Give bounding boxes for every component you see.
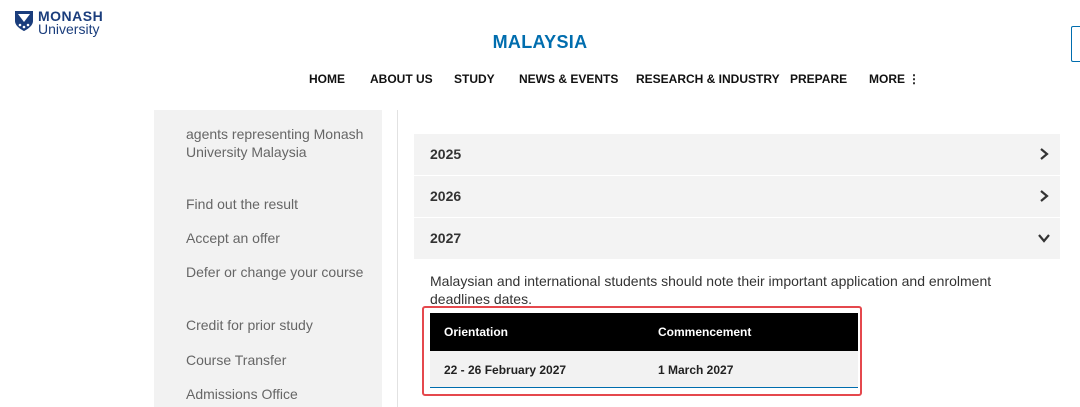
nav-prepare[interactable]: PREPARE bbox=[790, 72, 847, 86]
site-title[interactable]: MALAYSIA bbox=[0, 32, 1080, 53]
table-row: 22 - 26 February 2027 1 March 2027 bbox=[430, 351, 858, 388]
nav-news-events[interactable]: NEWS & EVENTS bbox=[519, 72, 618, 86]
sidebar-item-agents[interactable]: agents representing Monash University Ma… bbox=[186, 125, 366, 161]
site-header: MONASH University MALAYSIA HOME ABOUT US… bbox=[0, 0, 1080, 110]
nav-home[interactable]: HOME bbox=[309, 72, 345, 86]
nav-research-industry[interactable]: RESEARCH & INDUSTRY bbox=[636, 72, 780, 86]
table-cell: 1 March 2027 bbox=[658, 363, 734, 377]
chevron-right-icon bbox=[1040, 148, 1049, 160]
sidebar-item-find-result[interactable]: Find out the result bbox=[186, 195, 366, 213]
sidebar-item-accept-offer[interactable]: Accept an offer bbox=[186, 229, 366, 247]
main-nav: HOME ABOUT US STUDY NEWS & EVENTS RESEAR… bbox=[0, 72, 1080, 92]
nav-more-label: MORE bbox=[869, 72, 905, 86]
table-header: Orientation Commencement bbox=[430, 313, 858, 351]
sidebar: agents representing Monash University Ma… bbox=[154, 110, 382, 407]
chevron-down-icon bbox=[1038, 234, 1050, 243]
table-header-cell: Orientation bbox=[444, 325, 509, 339]
sidebar-item-admissions-office[interactable]: Admissions Office bbox=[186, 385, 366, 403]
more-vertical-icon: ⋮ bbox=[908, 72, 920, 86]
accordion-label: 2025 bbox=[430, 146, 462, 162]
sidebar-item-course-transfer[interactable]: Course Transfer bbox=[186, 351, 366, 369]
divider bbox=[397, 110, 398, 407]
accordion-label: 2026 bbox=[430, 188, 462, 204]
table-header-cell: Commencement bbox=[658, 325, 752, 339]
nav-about-us[interactable]: ABOUT US bbox=[370, 72, 433, 86]
search-button[interactable] bbox=[1071, 26, 1080, 62]
accordion-2025[interactable]: 2025 bbox=[414, 134, 1060, 176]
monash-shield-icon bbox=[15, 11, 33, 31]
accordion-label: 2027 bbox=[430, 230, 462, 246]
accordion-2027[interactable]: 2027 bbox=[414, 218, 1060, 260]
chevron-right-icon bbox=[1040, 190, 1049, 202]
sidebar-item-credit-prior-study[interactable]: Credit for prior study bbox=[186, 316, 366, 334]
sidebar-item-defer-change[interactable]: Defer or change your course bbox=[186, 263, 366, 281]
accordion-body-text: Malaysian and international students sho… bbox=[430, 273, 992, 307]
nav-study[interactable]: STUDY bbox=[454, 72, 495, 86]
table-cell: 22 - 26 February 2027 bbox=[444, 363, 567, 377]
nav-more[interactable]: MORE ⋮ bbox=[869, 72, 920, 86]
accordion-2026[interactable]: 2026 bbox=[414, 176, 1060, 218]
dates-table: Orientation Commencement 22 - 26 Februar… bbox=[430, 313, 858, 388]
